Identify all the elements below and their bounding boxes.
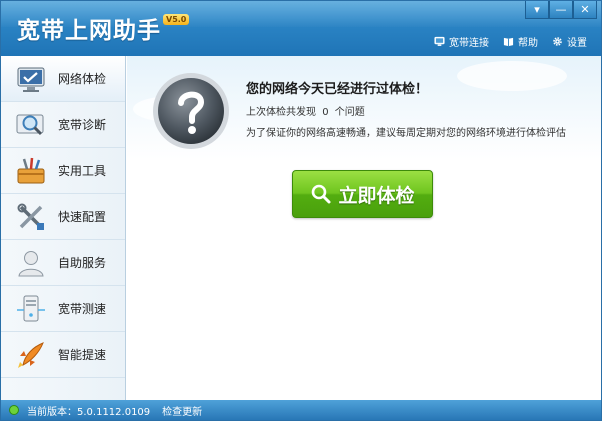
help-label: 帮助 xyxy=(518,38,538,49)
sidebar-item-network-checkup[interactable]: 网络体检 xyxy=(1,56,125,102)
status-bar: 当前版本：5.0.1112.0109 检查更新 xyxy=(1,400,601,420)
search-icon xyxy=(312,184,331,204)
settings-link[interactable]: 设置 xyxy=(552,34,587,49)
background-cloud xyxy=(457,61,567,91)
server-icon xyxy=(17,295,45,321)
window-controls: ▾ — ✕ xyxy=(525,1,597,19)
help-link[interactable]: 帮助 xyxy=(503,34,538,49)
broadband-connect-link[interactable]: 宽带连接 xyxy=(434,34,489,49)
start-checkup-button[interactable]: 立即体检 xyxy=(292,170,433,218)
tools-icon xyxy=(17,203,44,230)
sidebar-item-smart-boost[interactable]: 智能提速 xyxy=(1,332,125,378)
sidebar-label-smart-boost: 智能提速 xyxy=(58,348,107,362)
last-check-count: 0 xyxy=(322,107,329,118)
start-checkup-label: 立即体检 xyxy=(338,184,415,207)
sidebar-label-self-service: 自助服务 xyxy=(58,256,107,270)
close-button[interactable]: ✕ xyxy=(573,1,597,19)
gear-icon xyxy=(553,37,562,46)
broadband-connect-label: 宽带连接 xyxy=(449,38,489,49)
user-icon xyxy=(18,250,44,276)
sidebar-item-quick-config[interactable]: 快速配置 xyxy=(1,194,125,240)
last-check-suffix: 个问题 xyxy=(334,107,365,118)
sidebar-label-broadband-diagnosis: 宽带诊断 xyxy=(58,118,107,132)
monitor-check-icon xyxy=(17,67,45,92)
title-bar: 宽带上网助手 V5.0 ▾ — ✕ 宽带连接 帮助 设置 xyxy=(1,1,601,56)
monitor-icon xyxy=(434,36,445,46)
top-links: 宽带连接 帮助 设置 xyxy=(434,34,587,49)
sidebar-item-utilities[interactable]: 实用工具 xyxy=(1,148,125,194)
sidebar-item-speed-test[interactable]: 宽带测速 xyxy=(1,286,125,332)
checkup-advice: 为了保证你的网络高速畅通，建议每周定期对您的网络环境进行体检评估 xyxy=(246,128,566,139)
sidebar-label-utilities: 实用工具 xyxy=(58,164,107,178)
checkup-headline: 您的网络今天已经进行过体检！ xyxy=(246,82,429,97)
minimize-button[interactable]: — xyxy=(549,1,573,19)
version-badge: V5.0 xyxy=(163,14,190,25)
main-panel: 您的网络今天已经进行过体检！ 上次体检共发现 0 个问题 为了保证你的网络高速畅… xyxy=(127,56,601,400)
status-ok-icon xyxy=(9,405,19,415)
toolbox-icon xyxy=(17,157,45,183)
menu-button[interactable]: ▾ xyxy=(525,1,549,19)
app-window: 宽带上网助手 V5.0 ▾ — ✕ 宽带连接 帮助 设置 网络体检 宽带诊断 实… xyxy=(0,0,602,421)
sidebar-item-self-service[interactable]: 自助服务 xyxy=(1,240,125,286)
question-mark-icon xyxy=(153,73,229,149)
check-update-link[interactable]: 检查更新 xyxy=(162,403,202,418)
current-version-label: 当前版本：5.0.1112.0109 xyxy=(27,406,151,418)
book-icon xyxy=(503,37,514,47)
app-title: 宽带上网助手 xyxy=(17,18,161,44)
sidebar-label-quick-config: 快速配置 xyxy=(58,210,107,224)
sidebar-item-broadband-diagnosis[interactable]: 宽带诊断 xyxy=(1,102,125,148)
magnifier-icon xyxy=(16,114,44,135)
settings-label: 设置 xyxy=(567,38,587,49)
sidebar-label-speed-test: 宽带测速 xyxy=(58,302,107,316)
sidebar: 网络体检 宽带诊断 实用工具 快速配置 自助服务 宽带测速 智能提速 xyxy=(1,56,126,400)
last-check-summary: 上次体检共发现 0 个问题 xyxy=(246,103,365,118)
sidebar-label-network-checkup: 网络体检 xyxy=(58,72,107,86)
rocket-icon xyxy=(18,341,44,368)
last-check-prefix: 上次体检共发现 xyxy=(246,107,316,118)
